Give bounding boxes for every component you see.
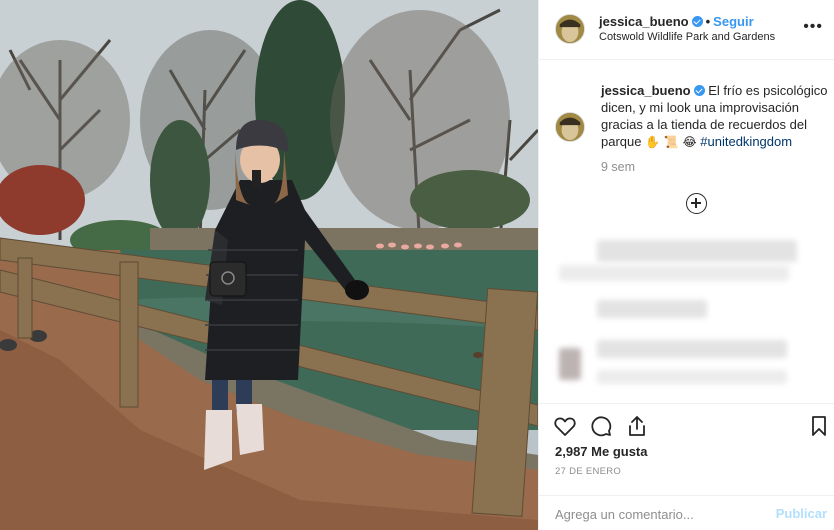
post-header: jessica_bueno • Seguir Cotswold Wildlife P… [539,0,834,60]
heart-icon[interactable] [553,414,577,438]
comment-bar: Publicar [539,495,834,530]
verified-badge-icon [691,16,703,27]
follow-button[interactable]: Seguir [713,14,753,29]
post-location[interactable]: Cotswold Wildlife Park and Gardens [599,31,775,43]
author-username[interactable]: jessica_bueno [599,14,689,29]
blurred-comment-line [559,265,789,281]
likes-count[interactable]: 2,987 Me gusta [555,444,648,459]
post-time-ago: 9 sem [601,160,636,174]
caption-author-username[interactable]: jessica_bueno [601,83,691,98]
post-details-panel: jessica_bueno • Seguir Cotswold Wildlife P… [538,0,834,530]
post-photo[interactable] [0,0,538,530]
share-icon[interactable] [625,414,649,438]
blurred-comment-line [597,240,797,262]
bookmark-icon[interactable] [807,414,831,438]
blurred-comment-line [597,370,787,384]
publish-button[interactable]: Publicar [776,506,827,521]
post-date: 27 DE ENERO [555,466,622,477]
comment-input[interactable] [555,504,755,524]
photo-scene [0,0,538,530]
verified-badge-icon [693,85,705,96]
caption-author-avatar[interactable] [555,112,585,142]
blurred-comment-line [597,300,707,318]
more-options-icon[interactable]: ••• [803,19,823,35]
blurred-avatar [559,348,581,380]
post-caption: jessica_bueno El frío es psicológico dic… [601,82,831,151]
blurred-comment-line [597,340,787,358]
comment-icon[interactable] [589,414,613,438]
caption-emojis: ✋ 📜 😂 [645,135,697,149]
hashtag-link[interactable]: #unitedkingdom [700,134,792,149]
plus-circle-icon[interactable] [686,193,707,214]
author-avatar[interactable] [555,14,585,44]
post-actions: 2,987 Me gusta 27 DE ENERO Publicar [539,403,834,530]
separator-dot: • [705,14,711,29]
